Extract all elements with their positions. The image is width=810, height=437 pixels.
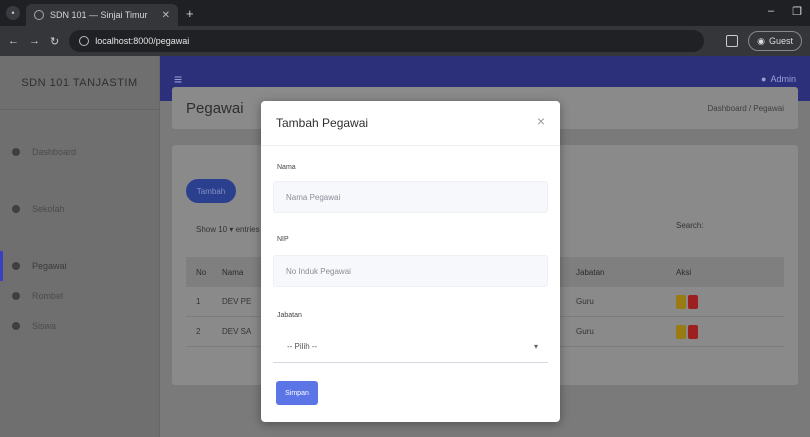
entries-selector[interactable]: Show 10 ▾ entries [196,225,260,234]
sidebar-item-label: Pegawai [32,261,67,271]
row-jabatan: Guru [576,327,594,336]
jabatan-selected-value: -- Pilih -- [287,342,318,351]
close-icon[interactable]: × [537,113,545,129]
reload-icon[interactable]: ↻ [50,35,59,48]
row-jabatan: Guru [576,297,594,306]
back-icon[interactable]: ← [8,35,19,47]
row-no: 2 [196,327,201,336]
user-icon [12,262,20,270]
student-icon [12,322,20,330]
breadcrumb[interactable]: Dashboard / Pegawai [708,104,785,113]
page-title: Pegawai [186,99,244,117]
modal-title: Tambah Pegawai [276,116,369,130]
dashboard-icon [12,148,20,156]
window-controls: – ❐ [768,5,802,18]
delete-button[interactable] [688,324,698,339]
user-icon: ● [761,73,767,84]
window-menu-icon[interactable]: • [6,6,20,20]
chevron-down-icon: ▾ [533,342,538,351]
forward-icon[interactable]: → [29,35,40,47]
row-actions [676,324,784,339]
sidebar-item-siswa[interactable]: Siswa [0,311,159,341]
sidebar-section-data [0,167,159,194]
minimize-icon[interactable]: – [768,5,774,18]
sidebar-item-rombel[interactable]: Rombel [0,281,159,311]
nip-input[interactable] [273,255,548,287]
close-tab-icon[interactable]: ✕ [162,10,170,21]
url-text: localhost:8000/pegawai [95,36,190,46]
sidebar-brand[interactable]: SDN 101 TANJASTIM [0,56,159,110]
maximize-icon[interactable]: ❐ [792,5,802,18]
edit-button[interactable] [676,294,686,309]
save-button[interactable]: Simpan [276,381,318,405]
jabatan-label: Jabatan [277,312,302,319]
new-tab-button[interactable]: + [186,6,194,21]
jabatan-select[interactable]: -- Pilih -- ▾ [273,331,548,363]
address-bar-row: ← → ↻ localhost:8000/pegawai ◉ Guest [0,26,810,56]
user-menu-label: Admin [770,73,796,84]
profile-icon: ◉ [757,35,765,46]
sidebar-item-label: Dashboard [32,147,77,157]
delete-button[interactable] [688,294,698,309]
group-icon [12,292,20,300]
tab-title: SDN 101 — Sinjai Timur [50,10,148,20]
column-header-aksi[interactable]: Aksi [676,268,784,277]
sidebar-item-label: Siswa [32,321,57,331]
add-pegawai-modal: Tambah Pegawai × Nama NIP Jabatan -- Pil… [261,101,560,422]
browser-tab-bar: • SDN 101 — Sinjai Timur ✕ + – ❐ [0,0,810,26]
user-menu[interactable]: ● Admin [761,74,796,84]
browser-tab[interactable]: SDN 101 — Sinjai Timur ✕ [26,4,178,26]
sidebar-item-dashboard[interactable]: Dashboard [0,137,159,167]
sidebar-item-label: Sekolah [32,204,65,214]
sidebar-item-pegawai[interactable]: Pegawai [0,251,159,281]
sidebar-item-label: Rombel [32,291,64,301]
favicon-icon [34,10,44,20]
sidebar-item-sekolah[interactable]: Sekolah [0,194,159,224]
sidebar-section-master [0,224,159,251]
column-header-no[interactable]: No [186,268,216,277]
side-panel-icon[interactable] [726,35,739,47]
row-actions [676,294,784,309]
column-header-jabatan[interactable]: Jabatan [576,268,676,277]
sidebar: SDN 101 TANJASTIM Dashboard Sekolah Pega… [0,56,160,437]
modal-divider [261,145,560,146]
add-pegawai-button[interactable]: Tambah [186,179,236,203]
search-label: Search: [676,221,704,230]
nip-label: NIP [277,236,289,243]
profile-button[interactable]: ◉ Guest [748,31,802,51]
edit-button[interactable] [676,324,686,339]
address-bar[interactable]: localhost:8000/pegawai [69,30,705,52]
nama-label: Nama [277,164,296,171]
profile-label: Guest [768,36,793,46]
nama-input[interactable] [273,181,548,213]
sidebar-section-main [0,110,159,137]
menu-toggle-icon[interactable]: ≡ [174,71,182,87]
site-info-icon[interactable] [79,36,90,46]
school-icon [12,205,20,213]
row-no: 1 [196,297,201,306]
